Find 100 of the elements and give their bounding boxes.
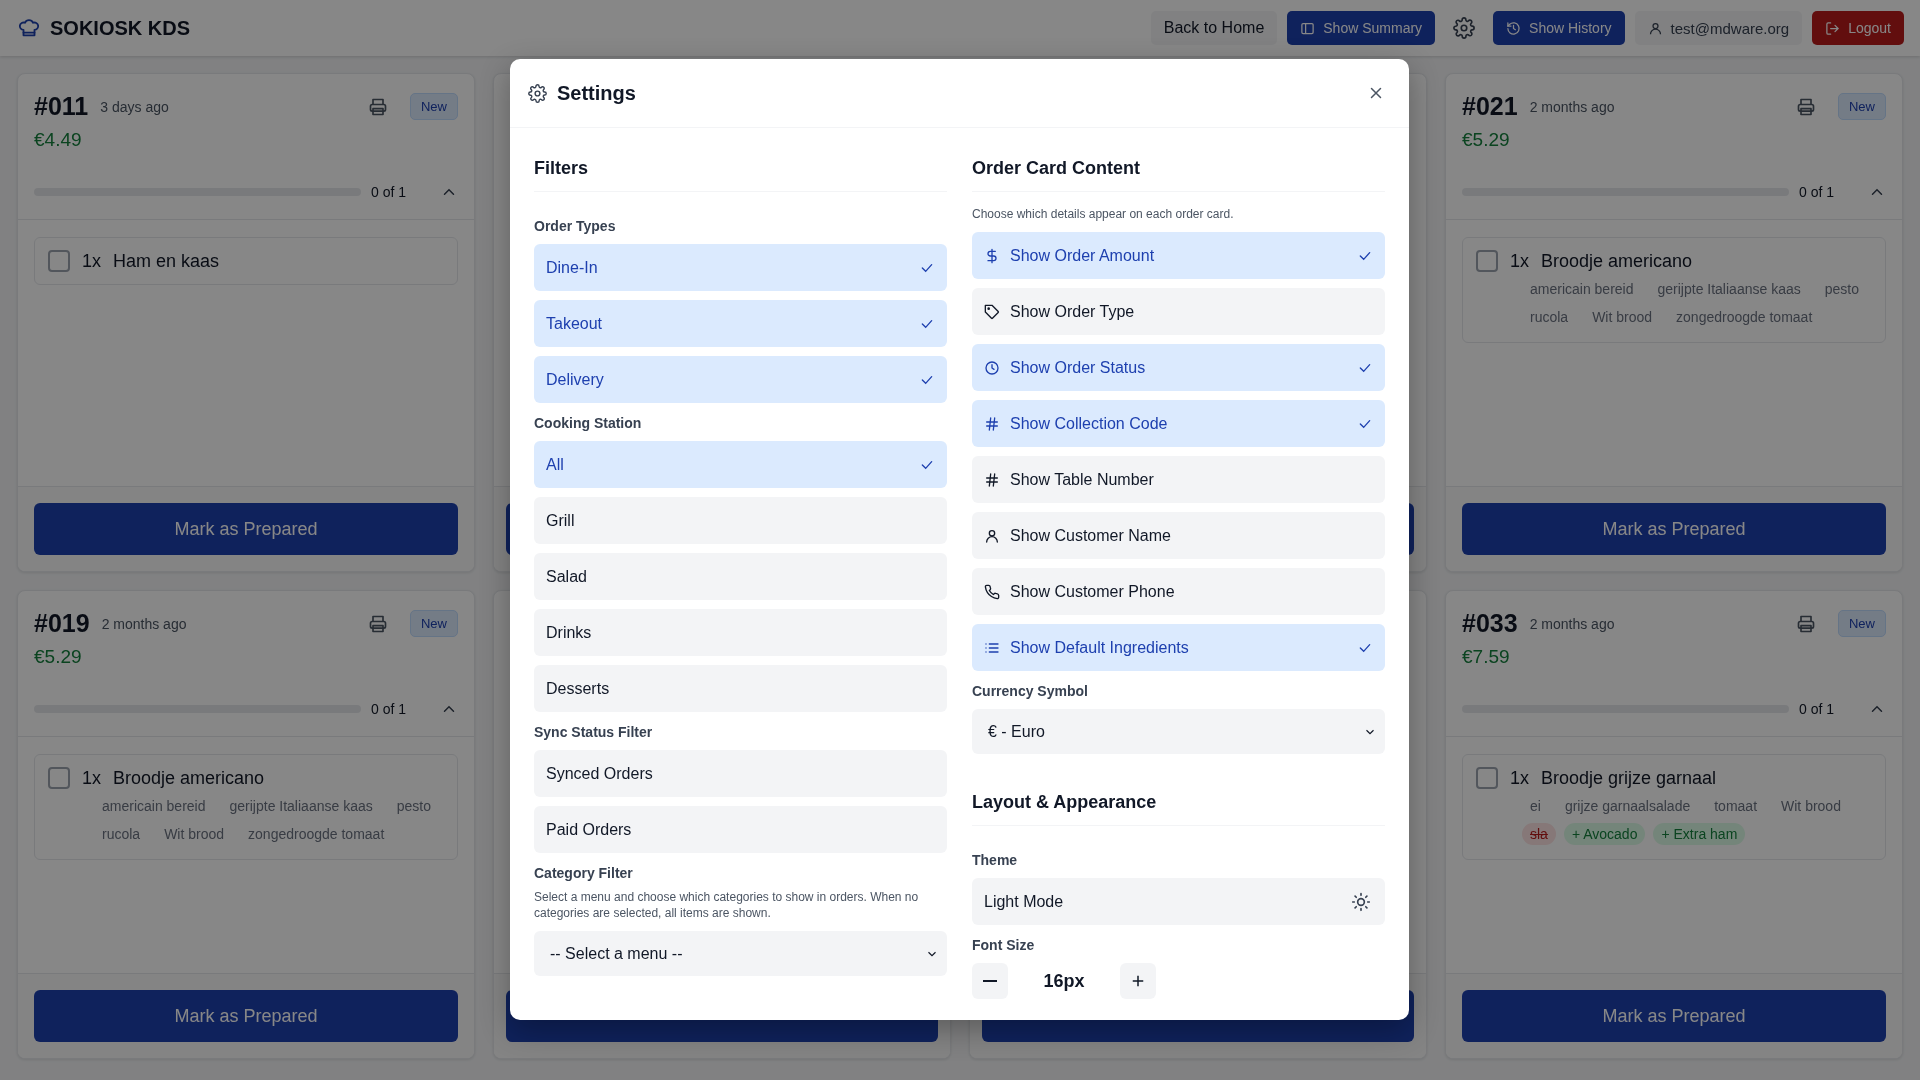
filter-option[interactable]: Dine-In xyxy=(534,244,947,291)
filter-option[interactable]: Delivery xyxy=(534,356,947,403)
order-price: €5.29 xyxy=(1462,129,1511,151)
item-quantity: 1x xyxy=(1510,767,1529,789)
prepare-button[interactable]: Mark as Prepared xyxy=(34,990,458,1042)
panel-icon xyxy=(1300,20,1316,36)
prepare-button[interactable]: Mark as Prepared xyxy=(34,503,458,555)
status-badge: New xyxy=(410,93,458,120)
item-name: Ham en kaas xyxy=(113,250,220,272)
progress-count: 0 of 1 xyxy=(1798,184,1834,200)
section-description: Choose which details appear on each order card. xyxy=(972,206,1235,222)
sun-icon xyxy=(1351,891,1371,912)
order-time: 2 months ago xyxy=(1529,98,1615,115)
user-icon xyxy=(984,527,1000,544)
added-ingredient: + Avocado xyxy=(1563,823,1646,845)
removed-ingredient: sla xyxy=(1522,823,1556,845)
ingredient: rucola xyxy=(1529,308,1570,327)
field-label: Currency Symbol xyxy=(972,683,1089,699)
ingredient: americain bereid xyxy=(101,797,207,816)
content-option[interactable]: Show Customer Name xyxy=(972,512,1385,559)
field-description: Select a menu and choose which categories to show in orders. When no categories are selected, all items are shown. xyxy=(534,889,920,921)
field-label: Sync Status Filter xyxy=(534,724,654,740)
home-button[interactable]: Back to Home xyxy=(1150,11,1278,45)
summary-button[interactable]: Show Summary xyxy=(1287,11,1436,45)
app-title: SOKIOSK KDS xyxy=(50,16,191,40)
currency-select[interactable]: € - Euro xyxy=(972,709,1385,754)
item-quantity: 1x xyxy=(82,250,101,272)
item-checkbox[interactable] xyxy=(1476,250,1498,272)
printer-icon[interactable] xyxy=(1796,613,1816,634)
decrease-button[interactable] xyxy=(972,963,1008,999)
ingredient: grijze garnaalsalade xyxy=(1563,797,1692,816)
filter-option[interactable]: Desserts xyxy=(534,665,947,712)
dialog-title: Settings xyxy=(557,81,636,105)
menu-select[interactable]: -- Select a menu -- xyxy=(534,931,947,976)
filter-option[interactable]: Salad xyxy=(534,553,947,600)
hash-icon xyxy=(984,415,1000,432)
logout-button[interactable]: Logout xyxy=(1812,11,1904,45)
field-label: Category Filter xyxy=(534,865,634,881)
content-option[interactable]: Show Table Number xyxy=(972,456,1385,503)
prepare-button[interactable]: Mark as Prepared xyxy=(1462,990,1886,1042)
account-button[interactable]: test@mdware.org xyxy=(1634,11,1803,45)
tag-icon xyxy=(984,303,1000,320)
printer-icon[interactable] xyxy=(1796,96,1816,117)
printer-icon[interactable] xyxy=(368,96,388,117)
item-quantity: 1x xyxy=(82,767,101,789)
order-number: #033 xyxy=(1462,609,1518,638)
content-option[interactable]: Show Order Type xyxy=(972,288,1385,335)
filter-option[interactable]: Drinks xyxy=(534,609,947,656)
user-icon xyxy=(1647,20,1663,36)
ingredient: gerijpte Italiaanse kaas xyxy=(1656,280,1802,299)
section-heading: Layout & Appearance xyxy=(972,786,1385,826)
filter-option[interactable]: Grill xyxy=(534,497,947,544)
theme-toggle[interactable]: Light Mode xyxy=(972,878,1385,925)
order-number: #011 xyxy=(34,92,89,121)
filter-option[interactable]: All xyxy=(534,441,947,488)
content-option[interactable]: Show Customer Phone xyxy=(972,568,1385,615)
filter-option[interactable]: Takeout xyxy=(534,300,947,347)
ingredient: ei xyxy=(1529,797,1542,816)
progress-count: 0 of 1 xyxy=(370,701,406,717)
hash-icon xyxy=(984,471,1000,488)
order-number: #019 xyxy=(34,609,90,638)
field-label: Order Types xyxy=(534,218,617,234)
item-checkbox[interactable] xyxy=(1476,767,1498,789)
field-label: Cooking Station xyxy=(534,415,643,431)
ingredient: tomaat xyxy=(1713,797,1759,816)
ingredient: pesto xyxy=(1823,280,1860,299)
order-price: €5.29 xyxy=(34,646,83,668)
phone-icon xyxy=(984,583,1000,600)
status-badge: New xyxy=(410,610,458,637)
item-checkbox[interactable] xyxy=(48,767,70,789)
ingredient: gerijpte Italiaanse kaas xyxy=(228,797,374,816)
dollar-icon xyxy=(984,247,1000,264)
clock-icon xyxy=(984,359,1000,376)
field-label: Theme xyxy=(972,852,1019,868)
order-number: #021 xyxy=(1462,92,1518,121)
progress-count: 0 of 1 xyxy=(370,184,406,200)
ingredient: zongedroogde tomaat xyxy=(247,825,386,844)
content-option[interactable]: Show Collection Code xyxy=(972,400,1385,447)
status-badge: New xyxy=(1838,610,1886,637)
prepare-button[interactable]: Mark as Prepared xyxy=(1462,503,1886,555)
increase-button[interactable] xyxy=(1120,963,1156,999)
history-button[interactable]: Show History xyxy=(1493,11,1625,45)
filter-option[interactable]: Synced Orders xyxy=(534,750,947,797)
font-size-value: 16px xyxy=(1042,970,1086,992)
item-name: Broodje americano xyxy=(113,767,265,789)
item-name: Broodje grijze garnaal xyxy=(1541,767,1717,789)
ingredient: Wit brood xyxy=(1591,308,1654,327)
filter-option[interactable]: Paid Orders xyxy=(534,806,947,853)
added-ingredient: + Extra ham xyxy=(1653,823,1746,845)
content-option[interactable]: Show Order Status xyxy=(972,344,1385,391)
section-heading: Order Card Content xyxy=(972,152,1385,192)
printer-icon[interactable] xyxy=(368,613,388,634)
content-option[interactable]: Show Order Amount xyxy=(972,232,1385,279)
content-option[interactable]: Show Default Ingredients xyxy=(972,624,1385,671)
chef-hat-icon xyxy=(18,17,40,39)
order-time: 2 months ago xyxy=(101,615,187,632)
settings-icon xyxy=(528,83,547,103)
logout-icon xyxy=(1825,20,1841,36)
progress-count: 0 of 1 xyxy=(1798,701,1834,717)
item-checkbox[interactable] xyxy=(48,250,70,272)
